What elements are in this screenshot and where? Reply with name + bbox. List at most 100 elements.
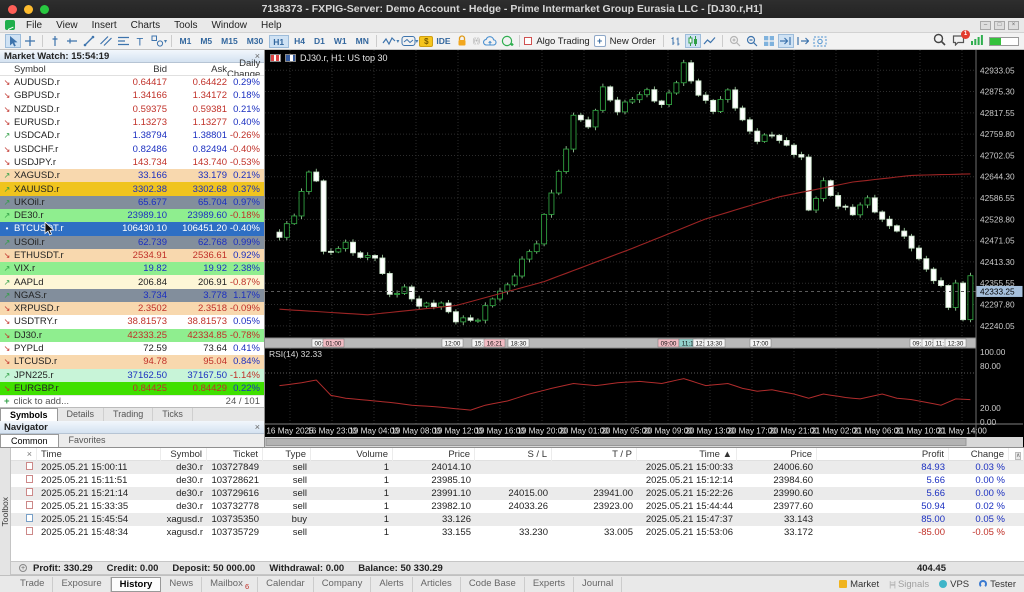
- objects-dropdown-caret[interactable]: ▾: [415, 38, 418, 45]
- channel-tool-button[interactable]: [98, 34, 114, 48]
- chart-restore-button[interactable]: □: [994, 21, 1005, 30]
- chart-minimize-button[interactable]: –: [980, 21, 991, 30]
- history-row-103735350[interactable]: 2025.05.21 15:45:54 xagusd.r 103735350 buy 1…: [11, 513, 1024, 526]
- toolbox-tab-experts[interactable]: Experts: [525, 576, 575, 592]
- history-col-price[interactable]: Price: [393, 448, 475, 461]
- market-watch-row-USDJPY.r[interactable]: ↘ USDJPY.r 143.734 143.740 -0.53%: [0, 155, 264, 170]
- toolbox-signals-button[interactable]: |≡| Signals: [889, 579, 929, 590]
- dollar-icon[interactable]: $: [419, 35, 434, 47]
- market-watch-tab-details[interactable]: Details: [58, 408, 105, 422]
- minimize-window-button[interactable]: [24, 5, 33, 14]
- menu-window[interactable]: Window: [204, 20, 254, 31]
- toolbox-tab-exposure[interactable]: Exposure: [53, 576, 111, 592]
- market-watch-row-BTCUSDT.r[interactable]: • BTCUSDT.r 106430.10 106451.20 -0.40%: [0, 222, 264, 236]
- history-row-103728621[interactable]: 2025.05.21 15:11:51 de30.r 103728621 sell 1 2…: [11, 474, 1024, 487]
- market-watch-row-USDCAD.r[interactable]: ↗ USDCAD.r 1.38794 1.38801 -0.26%: [0, 129, 264, 143]
- menu-help[interactable]: Help: [254, 20, 289, 31]
- history-row-103735729[interactable]: 2025.05.21 15:48:34 xagusd.r 103735729 sell…: [11, 526, 1024, 539]
- navigator-close-icon[interactable]: ×: [255, 422, 260, 432]
- chart-shift-icon[interactable]: [795, 34, 811, 48]
- text-tool-button[interactable]: T: [132, 34, 148, 48]
- auto-scroll-icon[interactable]: [777, 34, 794, 48]
- new-order-button[interactable]: New Order: [610, 36, 656, 47]
- screenshot-icon[interactable]: [812, 34, 828, 48]
- toolbox-vps-button[interactable]: VPS: [939, 579, 969, 590]
- zoom-out-icon[interactable]: [744, 34, 760, 48]
- lock-icon[interactable]: [454, 34, 470, 48]
- navigator-tab-common[interactable]: Common: [0, 434, 59, 447]
- market-watch-row-JPN225.r[interactable]: ↗ JPN225.r 37162.50 37167.50 -1.14%: [0, 368, 264, 382]
- cursor-tool-button[interactable]: [5, 34, 21, 48]
- menu-tools[interactable]: Tools: [167, 20, 204, 31]
- history-col-sl[interactable]: S / L: [475, 448, 552, 461]
- bar-chart-icon[interactable]: [668, 34, 684, 48]
- toolbox-tab-mailbox[interactable]: Mailbox 6: [202, 576, 259, 592]
- history-col-change[interactable]: Change: [949, 448, 1009, 461]
- toolbox-side-tab[interactable]: Toolbox: [0, 448, 11, 575]
- ide-button[interactable]: IDE: [434, 36, 452, 46]
- toolbox-tab-news[interactable]: News: [161, 576, 203, 592]
- market-watch-row-NZDUSD.r[interactable]: ↘ NZDUSD.r 0.59375 0.59381 0.21%: [0, 102, 264, 116]
- market-watch-tab-trading[interactable]: Trading: [104, 408, 154, 422]
- col-symbol[interactable]: Symbol: [14, 64, 101, 75]
- timeframe-m5[interactable]: M5: [197, 35, 216, 48]
- market-watch-row-DE30.r[interactable]: ↗ DE30.r 23989.10 23989.60 -0.18%: [0, 208, 264, 223]
- fibonacci-tool-button[interactable]: [115, 34, 131, 48]
- market-watch-row-XAGUSD.r[interactable]: ↗ XAGUSD.r 33.166 33.179 0.21%: [0, 169, 264, 183]
- timeframe-h4[interactable]: H4: [291, 35, 309, 48]
- horizontal-line-tool-button[interactable]: [64, 34, 80, 48]
- timeframe-w1[interactable]: W1: [330, 35, 350, 48]
- market-watch-row-VIX.r[interactable]: ↗ VIX.r 19.82 19.92 2.38%: [0, 262, 264, 276]
- timeframe-d1[interactable]: D1: [310, 35, 328, 48]
- maximize-window-button[interactable]: [40, 5, 49, 14]
- toolbox-tester-button[interactable]: Tester: [979, 579, 1016, 590]
- market-watch-tab-ticks[interactable]: Ticks: [153, 408, 193, 422]
- history-row-103729616[interactable]: 2025.05.21 15:21:14 de30.r 103729616 sell 1 2…: [11, 487, 1024, 500]
- market-watch-tab-symbols[interactable]: Symbols: [0, 408, 58, 422]
- history-col-tp[interactable]: T / P: [552, 448, 637, 461]
- history-row-103732778[interactable]: 2025.05.21 15:33:35 de30.r 103732778 sell 1 2…: [11, 500, 1024, 513]
- timeframe-m1[interactable]: M1: [176, 35, 195, 48]
- menu-charts[interactable]: Charts: [124, 20, 167, 31]
- trendline-tool-button[interactable]: [81, 34, 97, 48]
- col-bid[interactable]: Bid: [101, 64, 167, 75]
- summary-expand-icon[interactable]: +: [19, 564, 27, 572]
- market-watch-row-XAUUSD.r[interactable]: ↗ XAUUSD.r 3302.38 3302.68 0.37%: [0, 182, 264, 196]
- depth-of-market-icon[interactable]: [270, 54, 281, 62]
- zoom-in-icon[interactable]: [727, 34, 743, 48]
- timeframe-h1[interactable]: H1: [268, 34, 289, 48]
- market-watch-row-UKOil.r[interactable]: ↗ UKOil.r 65.677 65.704 0.97%: [0, 195, 264, 209]
- history-col-profit[interactable]: Profit: [817, 448, 949, 461]
- toolbox-tab-history[interactable]: History: [110, 576, 162, 592]
- toolbox-tab-code-base[interactable]: Code Base: [461, 576, 525, 592]
- history-col-volume[interactable]: Volume: [311, 448, 393, 461]
- market-watch-row-NGAS.r[interactable]: ↗ NGAS.r 3.734 3.778 1.17%: [0, 288, 264, 303]
- vertical-line-tool-button[interactable]: [47, 34, 63, 48]
- objects-icon[interactable]: [400, 34, 416, 48]
- history-scroll-up[interactable]: ∧: [1015, 452, 1022, 460]
- toolbox-market-button[interactable]: Market: [839, 579, 879, 590]
- market-watch-row-DJ30.r[interactable]: ↘ DJ30.r 42333.25 42334.85 -0.78%: [0, 328, 264, 342]
- timeframe-m15[interactable]: M15: [218, 35, 242, 48]
- navigator-tab-favorites[interactable]: Favorites: [59, 434, 116, 447]
- history-col-time[interactable]: Time ▲: [637, 448, 737, 461]
- shapes-tool-button[interactable]: [149, 34, 165, 48]
- indicators-dropdown-caret[interactable]: ▾: [396, 38, 399, 45]
- crosshair-tool-button[interactable]: [22, 34, 38, 48]
- menu-insert[interactable]: Insert: [85, 20, 124, 31]
- cloud-icon[interactable]: [482, 34, 498, 48]
- menu-file[interactable]: File: [19, 20, 49, 31]
- toolbox-tab-trade[interactable]: Trade: [12, 576, 54, 592]
- price-chart[interactable]: 00: 01:00 12:00 15: 16:21 18:30 09:00 11:1 12: 13…: [265, 50, 1023, 447]
- toolbox-tab-company[interactable]: Company: [314, 576, 372, 592]
- market-watch-row-USDTRY.r[interactable]: ↘ USDTRY.r 38.81573 38.81573 0.05%: [0, 315, 264, 329]
- history-col-symbol[interactable]: Symbol: [161, 448, 207, 461]
- add-symbol-row[interactable]: + click to add... 24 / 101: [0, 395, 264, 407]
- tile-windows-icon[interactable]: [761, 34, 777, 48]
- timeframe-mn[interactable]: MN: [352, 35, 372, 48]
- chart-panel[interactable]: DJ30.r, H1: US top 30 00: 01:00 12:00 15: 16…: [265, 50, 1024, 447]
- history-close-icon[interactable]: ×: [24, 449, 32, 459]
- algo-trading-button[interactable]: Algo Trading: [536, 36, 589, 47]
- community-icon[interactable]: [499, 34, 515, 48]
- indicators-icon[interactable]: [381, 34, 397, 48]
